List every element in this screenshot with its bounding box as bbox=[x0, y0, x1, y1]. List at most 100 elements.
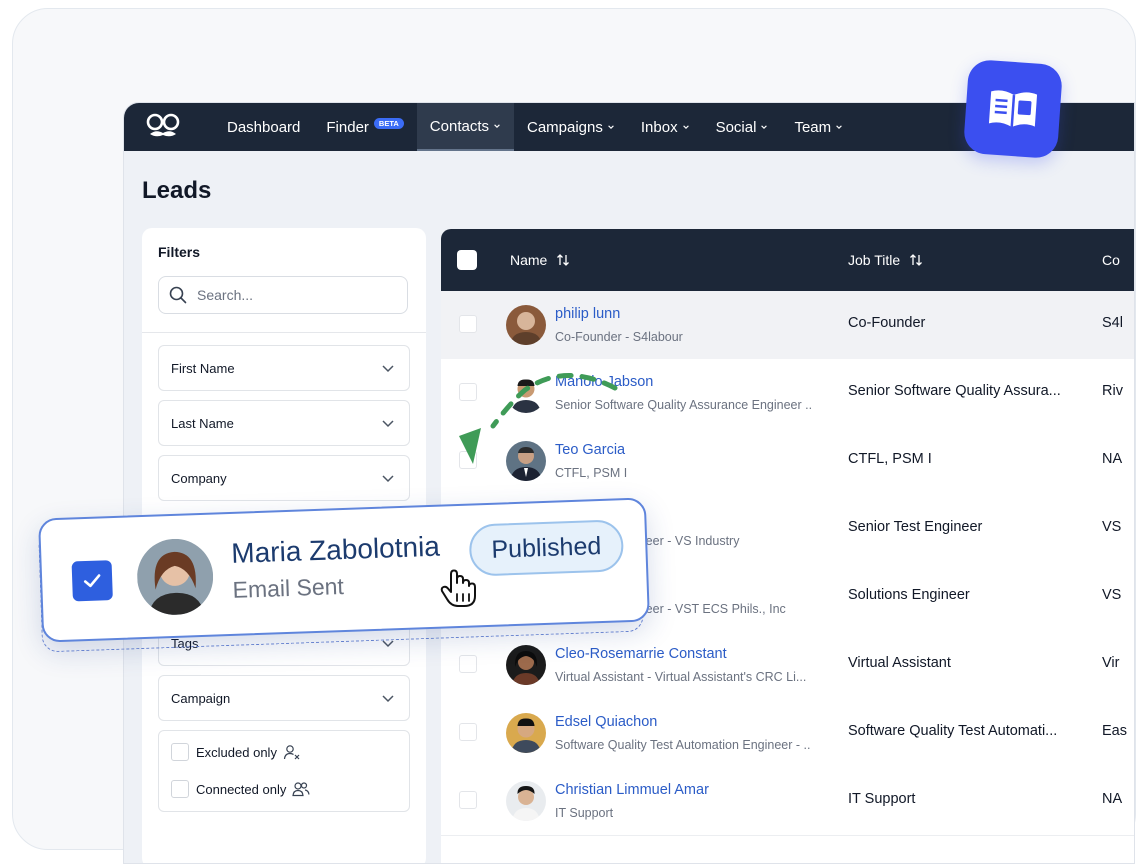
avatar bbox=[506, 781, 546, 821]
sort-icon[interactable] bbox=[909, 253, 923, 267]
filter-campaign[interactable]: Campaign bbox=[158, 675, 410, 721]
lead-company: S4l bbox=[1102, 315, 1123, 331]
lead-job-title: Virtual Assistant bbox=[848, 655, 951, 671]
nav-team-label: Team bbox=[794, 118, 832, 136]
lead-company: NA bbox=[1102, 791, 1123, 807]
user-x-icon bbox=[283, 745, 300, 760]
lead-company: VS bbox=[1102, 587, 1122, 603]
app-window: Dashboard Finder BETA Contacts Campaigns … bbox=[123, 102, 1135, 864]
lead-job-title: Senior Software Quality Assura... bbox=[848, 383, 1061, 399]
beta-badge: BETA bbox=[373, 117, 404, 129]
nav-finder[interactable]: Finder BETA bbox=[313, 103, 416, 151]
filter-company-label: Company bbox=[171, 470, 227, 486]
lead-name-link[interactable]: philip lunn bbox=[555, 306, 620, 322]
row-checkbox[interactable] bbox=[459, 315, 477, 333]
nav-dashboard-label: Dashboard bbox=[227, 118, 301, 136]
nav-inbox[interactable]: Inbox bbox=[628, 103, 703, 151]
excluded-only-checkbox[interactable] bbox=[171, 743, 189, 761]
lead-subtitle: gineer - VST ECS Phils., Inc bbox=[629, 602, 786, 616]
lead-job-title: Co-Founder bbox=[848, 315, 926, 331]
column-name-header[interactable]: Name bbox=[510, 229, 570, 291]
nav-campaigns[interactable]: Campaigns bbox=[514, 103, 628, 151]
nav-campaigns-label: Campaigns bbox=[527, 118, 603, 136]
filters-divider bbox=[142, 332, 426, 333]
avatar bbox=[506, 305, 546, 345]
lead-subtitle: Virtual Assistant - Virtual Assistant's … bbox=[555, 670, 807, 684]
lead-company: NA bbox=[1102, 451, 1123, 467]
lead-subtitle: Co-Founder - S4labour bbox=[555, 330, 683, 344]
nav-team[interactable]: Team bbox=[781, 103, 856, 151]
search-box[interactable] bbox=[158, 276, 408, 314]
table-row[interactable]: Cleo-Rosemarrie Constant Virtual Assista… bbox=[441, 631, 1134, 700]
check-icon bbox=[83, 574, 101, 588]
excluded-only-label: Excluded only bbox=[196, 744, 277, 760]
chevron-down-icon bbox=[382, 365, 394, 373]
select-all-checkbox[interactable] bbox=[457, 250, 477, 270]
lead-company: Eas bbox=[1102, 723, 1127, 739]
logo-glasses-icon[interactable] bbox=[146, 112, 180, 142]
column-name-label: Name bbox=[510, 252, 548, 268]
avatar bbox=[506, 645, 546, 685]
filter-company[interactable]: Company bbox=[158, 455, 410, 501]
nav-dashboard[interactable]: Dashboard bbox=[214, 103, 313, 151]
excluded-only-option[interactable]: Excluded only bbox=[171, 743, 301, 761]
filter-campaign-label: Campaign bbox=[171, 690, 231, 706]
nav-social-label: Social bbox=[715, 118, 757, 136]
row-checkbox[interactable] bbox=[459, 723, 477, 741]
column-company-header[interactable]: Co bbox=[1102, 229, 1120, 291]
nav-contacts[interactable]: Contacts bbox=[416, 103, 514, 151]
search-icon bbox=[169, 286, 187, 304]
lead-company: Vir bbox=[1102, 655, 1120, 671]
column-job-title-label: Job Title bbox=[848, 252, 901, 268]
chevron-down-icon bbox=[494, 124, 500, 128]
chevron-down-icon bbox=[382, 695, 394, 703]
chevron-down-icon bbox=[382, 475, 394, 483]
card-status: Email Sent bbox=[232, 573, 345, 603]
search-input[interactable] bbox=[195, 286, 389, 304]
published-badge[interactable]: Published bbox=[468, 519, 625, 577]
column-company-label: Co bbox=[1102, 252, 1120, 268]
connected-only-option[interactable]: Connected only bbox=[171, 780, 310, 798]
chevron-down-icon bbox=[382, 420, 394, 428]
nav-social[interactable]: Social bbox=[703, 103, 782, 151]
row-checkbox[interactable] bbox=[459, 791, 477, 809]
filter-last-name[interactable]: Last Name bbox=[158, 400, 410, 446]
row-checkbox[interactable] bbox=[459, 655, 477, 673]
users-icon bbox=[292, 782, 310, 797]
table-row[interactable]: philip lunn Co-Founder - S4labour Co-Fou… bbox=[441, 291, 1134, 360]
lead-subtitle: Software Quality Test Automation Enginee… bbox=[555, 738, 811, 752]
card-lead-name: Maria Zabolotnia bbox=[230, 530, 441, 569]
connected-only-checkbox[interactable] bbox=[171, 780, 189, 798]
nav-contacts-label: Contacts bbox=[429, 117, 489, 135]
chevron-down-icon bbox=[761, 125, 768, 129]
table-row[interactable]: Edsel Quiachon Software Quality Test Aut… bbox=[441, 699, 1134, 768]
filter-first-name-label: First Name bbox=[171, 360, 235, 376]
filter-last-name-label: Last Name bbox=[171, 415, 234, 431]
lead-company: Riv bbox=[1102, 383, 1123, 399]
lead-company: VS bbox=[1102, 519, 1122, 535]
hand-cursor-icon bbox=[440, 569, 476, 607]
chevron-down-icon bbox=[682, 125, 689, 129]
chevron-down-icon bbox=[608, 125, 614, 129]
table-row[interactable]: Christian Limmuel Amar IT Support IT Sup… bbox=[441, 767, 1134, 836]
nav-inbox-label: Inbox bbox=[640, 118, 678, 136]
filter-first-name[interactable]: First Name bbox=[158, 345, 410, 391]
selected-lead-card[interactable]: Maria Zabolotnia Email Sent Published bbox=[38, 497, 650, 643]
nav-finder-label: Finder bbox=[326, 118, 369, 136]
book-icon bbox=[962, 58, 1064, 160]
lead-name-link[interactable]: Edsel Quiachon bbox=[555, 714, 657, 730]
lead-job-title: Software Quality Test Automati... bbox=[848, 723, 1058, 739]
sort-icon[interactable] bbox=[556, 253, 570, 267]
lead-job-title: CTFL, PSM I bbox=[848, 451, 932, 467]
lead-job-title: Senior Test Engineer bbox=[848, 519, 983, 535]
avatar bbox=[135, 537, 215, 617]
lead-name-link[interactable]: Christian Limmuel Amar bbox=[555, 782, 709, 798]
card-checkbox[interactable] bbox=[71, 560, 113, 602]
column-job-title-header[interactable]: Job Title bbox=[848, 229, 923, 291]
dashed-arrow bbox=[459, 373, 618, 464]
table-header: Name Job Title Co bbox=[441, 229, 1134, 291]
lead-job-title: IT Support bbox=[848, 791, 916, 807]
lead-name-link[interactable]: Cleo-Rosemarrie Constant bbox=[555, 646, 727, 662]
lead-subtitle: IT Support bbox=[555, 806, 614, 820]
page-title: Leads bbox=[142, 177, 212, 204]
